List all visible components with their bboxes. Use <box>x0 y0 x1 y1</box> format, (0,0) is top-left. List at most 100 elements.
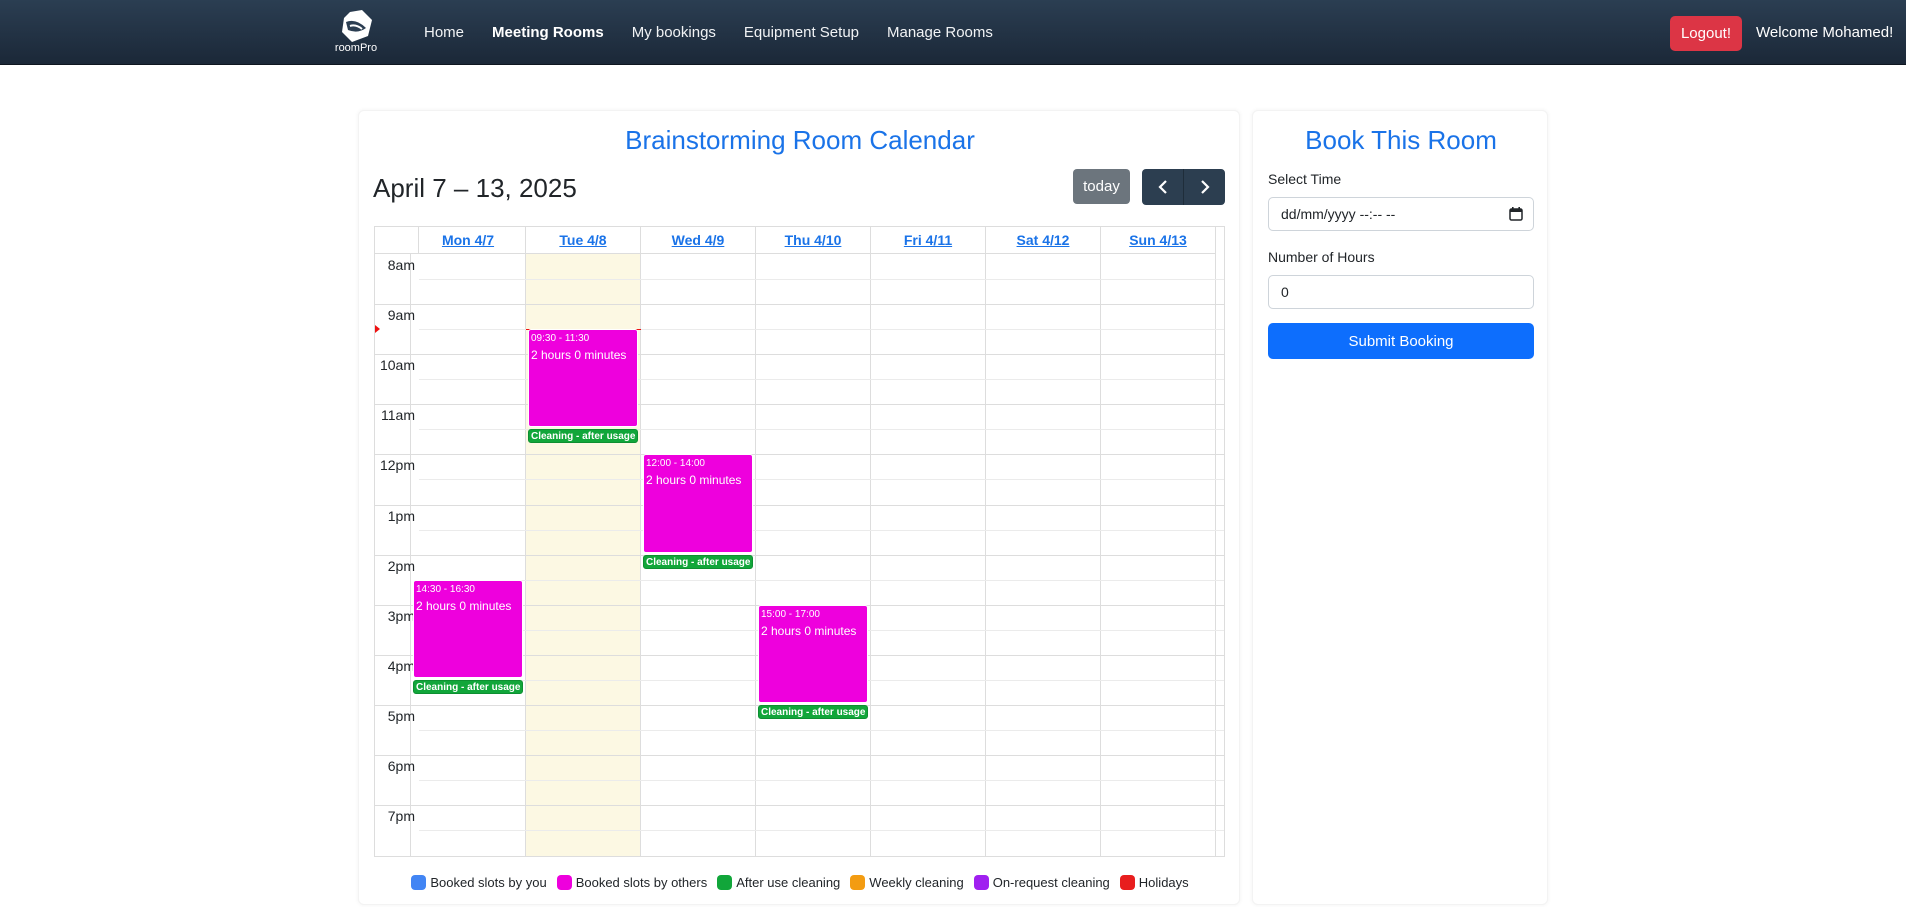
event-title: 2 hours 0 minutes <box>531 348 627 363</box>
legend-label: Booked slots by you <box>430 875 547 890</box>
legend-item: Booked slots by you <box>411 875 547 890</box>
time-label: 3pm <box>387 607 415 624</box>
half-hour-line <box>419 479 1224 481</box>
booking-event[interactable]: 09:30 - 11:30 2 hours 0 minutes <box>528 329 638 428</box>
half-hour-line <box>419 729 1224 731</box>
nav-meeting-rooms[interactable]: Meeting Rooms <box>478 24 618 41</box>
nav-my-bookings[interactable]: My bookings <box>618 24 730 41</box>
time-label: 11am <box>381 407 415 424</box>
half-hour-line <box>419 780 1224 782</box>
legend-swatch <box>556 875 572 890</box>
nav-equipment-setup[interactable]: Equipment Setup <box>730 24 873 41</box>
day-header[interactable]: Thu 4/10 <box>756 227 871 254</box>
day-header[interactable]: Sun 4/13 <box>1101 227 1216 254</box>
day-header[interactable]: Tue 4/8 <box>526 227 641 254</box>
booking-title: Book This Room <box>1305 125 1497 155</box>
half-hour-line <box>419 830 1224 832</box>
time-label: 2pm <box>387 557 415 574</box>
time-label: 10am <box>379 357 415 374</box>
hour-line <box>375 404 1224 406</box>
event-time: 15:00 - 17:00 <box>761 608 820 620</box>
week-calendar-grid: Mon 4/7 Tue 4/8 Wed 4/9 Thu 4/10 Fri 4/11 Sat… <box>374 226 1225 857</box>
cleaning-event[interactable]: Cleaning - after usage <box>413 679 523 694</box>
brand-text: roomPro <box>334 42 378 54</box>
time-label: 12pm <box>379 457 415 474</box>
event-time: 14:30 - 16:30 <box>416 583 475 595</box>
legend-item: Holidays <box>1119 875 1189 890</box>
time-label: 4pm <box>387 657 415 674</box>
legend-item: Booked slots by others <box>556 875 708 890</box>
calendar-title: Brainstorming Room Calendar <box>625 125 975 155</box>
legend-swatch <box>717 875 733 890</box>
time-label: 7pm <box>387 808 415 825</box>
today-button[interactable]: today <box>1073 169 1130 204</box>
hour-line <box>375 354 1224 356</box>
top-navbar: roomPro Home Meeting Rooms My bookings E… <box>0 0 1906 65</box>
logout-button[interactable]: Logout! <box>1670 16 1742 51</box>
half-hour-line <box>419 529 1224 531</box>
nav-links: Home Meeting Rooms My bookings Equipment… <box>410 0 1007 65</box>
brand-logo-link[interactable]: roomPro <box>332 8 380 60</box>
time-label: 6pm <box>387 758 415 774</box>
chevron-right-icon <box>1200 180 1210 194</box>
calendar-icon[interactable] <box>1509 207 1523 221</box>
time-label: 5pm <box>387 707 415 724</box>
next-week-button[interactable] <box>1184 169 1225 205</box>
hour-line <box>375 304 1224 306</box>
hour-line <box>375 454 1224 456</box>
hour-line <box>375 755 1224 756</box>
day-header[interactable]: Wed 4/9 <box>641 227 756 254</box>
legend-label: After use cleaning <box>736 875 841 890</box>
time-label: 9am <box>387 307 415 324</box>
legend-label: Booked slots by others <box>575 875 708 890</box>
calendar-panel: Brainstorming Room Calendar April 7 – 13… <box>358 110 1240 905</box>
day-header[interactable]: Mon 4/7 <box>411 227 526 254</box>
hour-line <box>375 554 1224 556</box>
cleaning-event[interactable]: Cleaning - after usage <box>758 704 868 719</box>
select-time-label: Select Time <box>1268 171 1342 187</box>
legend-label: Holidays <box>1138 875 1189 890</box>
event-time: 09:30 - 11:30 <box>531 333 590 345</box>
half-hour-line <box>419 579 1224 581</box>
nav-manage-rooms[interactable]: Manage Rooms <box>873 24 1007 41</box>
legend-swatch <box>850 875 866 890</box>
week-range-title: April 7 – 13, 2025 <box>373 173 577 203</box>
legend-swatch <box>411 875 427 890</box>
booking-event[interactable]: 15:00 - 17:00 2 hours 0 minutes <box>758 604 868 703</box>
hour-line <box>375 504 1224 506</box>
cleaning-event[interactable]: Cleaning - after usage <box>528 429 638 444</box>
day-header[interactable]: Fri 4/11 <box>871 227 986 254</box>
number-of-hours-value: 0 <box>1281 284 1289 300</box>
event-title: 2 hours 0 minutes <box>761 623 857 638</box>
legend-label: On-request cleaning <box>992 875 1110 890</box>
number-of-hours-input[interactable]: 0 <box>1268 275 1534 309</box>
hour-line <box>375 805 1224 807</box>
select-time-input[interactable]: dd/mm/yyyy --:-- -- <box>1268 197 1534 231</box>
booking-panel: Book This Room Select Time dd/mm/yyyy --… <box>1252 110 1548 905</box>
select-time-placeholder: dd/mm/yyyy --:-- -- <box>1281 206 1396 222</box>
week-nav-group <box>1142 169 1225 205</box>
booking-event[interactable]: 12:00 - 14:00 2 hours 0 minutes <box>643 454 753 553</box>
half-hour-line <box>419 279 1224 281</box>
legend-item: After use cleaning <box>717 875 840 890</box>
event-title: 2 hours 0 minutes <box>646 473 742 488</box>
calendar-legend: Booked slots by you Booked slots by other… <box>359 875 1241 890</box>
legend-item: Weekly cleaning <box>850 875 964 890</box>
nav-home[interactable]: Home <box>410 24 478 41</box>
welcome-text: Welcome Mohamed! <box>1756 24 1894 41</box>
submit-booking-button[interactable]: Submit Booking <box>1268 323 1534 359</box>
legend-label: Weekly cleaning <box>869 875 964 890</box>
time-label: 1pm <box>387 507 415 524</box>
legend-swatch <box>1119 875 1135 890</box>
legend-item: On-request cleaning <box>973 875 1110 890</box>
chevron-left-icon <box>1157 180 1167 194</box>
event-time: 12:00 - 14:00 <box>646 458 705 470</box>
event-title: 2 hours 0 minutes <box>416 598 512 613</box>
booking-event[interactable]: 14:30 - 16:30 2 hours 0 minutes <box>413 579 523 678</box>
number-of-hours-label: Number of Hours <box>1268 249 1375 265</box>
day-header[interactable]: Sat 4/12 <box>986 227 1101 254</box>
now-indicator-arrow <box>375 325 380 334</box>
time-label: 8am <box>387 257 415 273</box>
prev-week-button[interactable] <box>1142 169 1184 205</box>
cleaning-event[interactable]: Cleaning - after usage <box>643 554 753 569</box>
